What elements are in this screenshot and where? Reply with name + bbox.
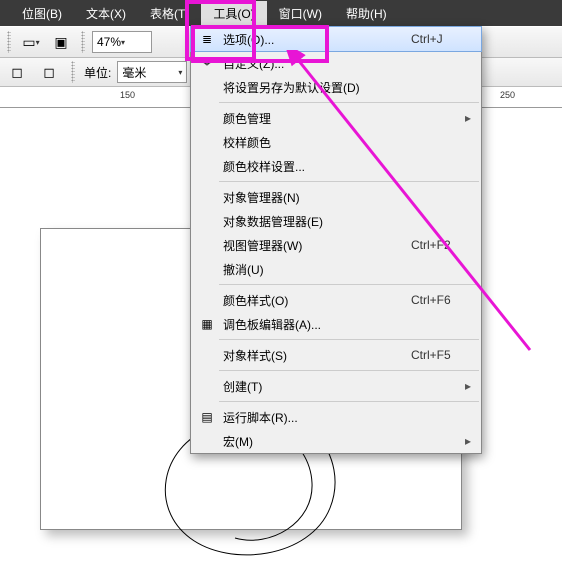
separator xyxy=(219,181,479,182)
menu-item-view-manager[interactable]: 视图管理器(W) Ctrl+F2 xyxy=(191,233,481,257)
menu-item-label: 选项(O)... xyxy=(217,31,411,48)
menu-item-label: 颜色样式(O) xyxy=(217,292,411,309)
unit-select[interactable]: 毫米 ▾ xyxy=(117,61,187,83)
customize-icon: ⌖ xyxy=(197,56,217,71)
ruler-tick: 150 xyxy=(120,90,135,100)
submenu-arrow-icon xyxy=(465,379,471,393)
menu-item-label: 颜色管理 xyxy=(217,110,465,127)
menu-item-color-management[interactable]: 颜色管理 xyxy=(191,106,481,130)
page-layout-button[interactable]: ◻ xyxy=(4,59,30,85)
menubar: 位图(B) 文本(X) 表格(T) 工具(O) 窗口(W) 帮助(H) xyxy=(0,0,562,26)
menu-window[interactable]: 窗口(W) xyxy=(267,1,334,26)
tool-button-fullscreen[interactable]: ▣ xyxy=(48,29,74,55)
zoom-input[interactable]: 47% ▾ xyxy=(92,31,152,53)
menu-item-label: 将设置另存为默认设置(D) xyxy=(217,79,471,96)
toolbar-grip-icon xyxy=(7,31,11,53)
menu-item-label: 对象数据管理器(E) xyxy=(217,213,471,230)
submenu-arrow-icon xyxy=(465,111,471,125)
menu-item-label: 调色板编辑器(A)... xyxy=(217,316,471,333)
menu-help[interactable]: 帮助(H) xyxy=(334,1,399,26)
toolbar-grip-icon xyxy=(81,31,85,53)
menu-item-label: 校样颜色 xyxy=(217,134,471,151)
separator xyxy=(219,370,479,371)
menu-item-label: 宏(M) xyxy=(217,433,465,450)
menu-item-palette-editor[interactable]: ▦ 调色板编辑器(A)... xyxy=(191,312,481,336)
page-layout-alt-button[interactable]: ◻ xyxy=(36,59,62,85)
menu-item-label: 撤消(U) xyxy=(217,261,471,278)
chevron-down-icon: ▾ xyxy=(121,38,125,47)
unit-value: 毫米 xyxy=(122,64,146,81)
menu-item-label: 对象管理器(N) xyxy=(217,189,471,206)
menu-item-object-styles[interactable]: 对象样式(S) Ctrl+F5 xyxy=(191,343,481,367)
menu-item-customize[interactable]: ⌖ 自定义(Z)... xyxy=(191,51,481,75)
palette-icon: ▦ xyxy=(197,317,217,331)
menu-item-label: 运行脚本(R)... xyxy=(217,409,471,426)
options-icon: ≣ xyxy=(197,32,217,46)
menu-item-undo[interactable]: 撤消(U) xyxy=(191,257,481,281)
menu-item-proof-colors[interactable]: 校样颜色 xyxy=(191,130,481,154)
menu-table[interactable]: 表格(T) xyxy=(138,1,201,26)
submenu-arrow-icon xyxy=(465,434,471,448)
menu-item-shortcut: Ctrl+F5 xyxy=(411,348,471,362)
menu-item-create[interactable]: 创建(T) xyxy=(191,374,481,398)
menu-text[interactable]: 文本(X) xyxy=(74,1,138,26)
menu-item-shortcut: Ctrl+F6 xyxy=(411,293,471,307)
separator xyxy=(219,284,479,285)
menu-item-macros[interactable]: 宏(M) xyxy=(191,429,481,453)
menu-item-label: 视图管理器(W) xyxy=(217,237,411,254)
menu-item-label: 自定义(Z)... xyxy=(217,55,471,72)
tool-button-a[interactable]: ▭▾ xyxy=(18,29,44,55)
menu-item-object-data-manager[interactable]: 对象数据管理器(E) xyxy=(191,209,481,233)
menu-item-shortcut: Ctrl+J xyxy=(411,32,471,46)
tools-dropdown: ≣ 选项(O)... Ctrl+J ⌖ 自定义(Z)... 将设置另存为默认设置… xyxy=(190,26,482,454)
chevron-down-icon: ▾ xyxy=(178,68,182,77)
separator xyxy=(219,401,479,402)
menu-item-save-defaults[interactable]: 将设置另存为默认设置(D) xyxy=(191,75,481,99)
menu-item-object-manager[interactable]: 对象管理器(N) xyxy=(191,185,481,209)
menu-item-label: 对象样式(S) xyxy=(217,347,411,364)
menu-item-options[interactable]: ≣ 选项(O)... Ctrl+J xyxy=(190,26,482,52)
separator xyxy=(219,102,479,103)
unit-label: 单位: xyxy=(84,64,111,81)
ruler-tick: 250 xyxy=(500,90,515,100)
separator xyxy=(219,339,479,340)
menu-item-run-script[interactable]: ▤ 运行脚本(R)... xyxy=(191,405,481,429)
menu-item-label: 创建(T) xyxy=(217,378,465,395)
menu-tools[interactable]: 工具(O) xyxy=(201,1,266,26)
menu-bitmap[interactable]: 位图(B) xyxy=(10,1,74,26)
menu-item-label: 颜色校样设置... xyxy=(217,158,471,175)
script-icon: ▤ xyxy=(197,410,217,424)
zoom-value: 47% xyxy=(97,35,121,49)
menu-item-proof-settings[interactable]: 颜色校样设置... xyxy=(191,154,481,178)
toolbar-grip-icon xyxy=(71,61,75,83)
menu-item-color-styles[interactable]: 颜色样式(O) Ctrl+F6 xyxy=(191,288,481,312)
menu-item-shortcut: Ctrl+F2 xyxy=(411,238,471,252)
